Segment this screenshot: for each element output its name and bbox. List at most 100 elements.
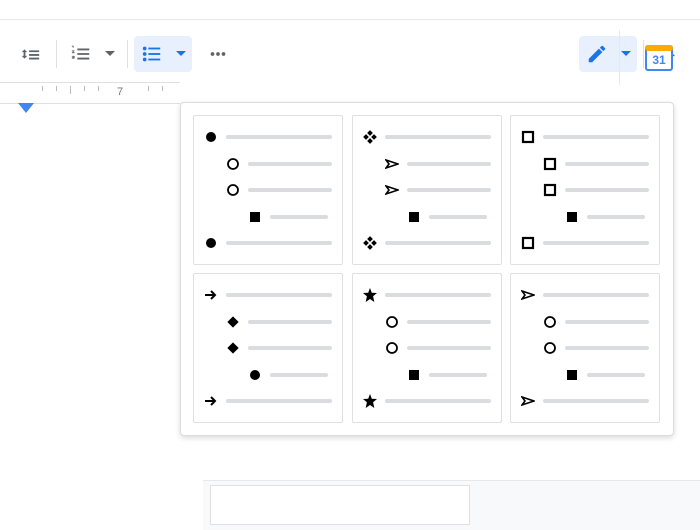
placeholder-bar	[385, 135, 491, 139]
placeholder-bar	[543, 293, 649, 297]
preset-row	[407, 208, 491, 226]
ruler-indent-marker[interactable]	[18, 103, 34, 113]
placeholder-bar	[248, 320, 332, 324]
diamond4-icon	[363, 236, 377, 250]
placeholder-bar	[248, 346, 332, 350]
placeholder-bar	[543, 135, 649, 139]
circle-icon	[543, 315, 557, 329]
preset-row	[385, 339, 491, 357]
circle-icon	[226, 183, 240, 197]
placeholder-bar	[429, 373, 487, 377]
filled-square-icon	[565, 210, 579, 224]
placeholder-bar	[270, 215, 328, 219]
line-spacing-button[interactable]	[10, 36, 50, 72]
hollow-square-icon	[521, 130, 535, 144]
send-icon	[385, 157, 399, 171]
numbered-list-button[interactable]	[63, 36, 121, 72]
placeholder-bar	[385, 241, 491, 245]
numbered-list-icon	[63, 43, 99, 65]
placeholder-bar	[248, 162, 332, 166]
disc-icon	[204, 236, 218, 250]
bullet-preset-arrow-diamond-disc[interactable]	[193, 273, 343, 423]
placeholder-bar	[407, 188, 491, 192]
send-icon	[521, 288, 535, 302]
placeholder-bar	[385, 293, 491, 297]
divider	[56, 40, 57, 68]
filled-square-icon	[407, 368, 421, 382]
preset-row	[521, 392, 649, 410]
calendar-button[interactable]: 31	[638, 36, 680, 78]
filled-square-icon	[407, 210, 421, 224]
bullet-preset-send-circle-square[interactable]	[510, 273, 660, 423]
preset-row	[248, 208, 332, 226]
send-icon	[521, 394, 535, 408]
placeholder-bar	[543, 241, 649, 245]
edit-mode-button[interactable]	[579, 36, 637, 72]
preset-row	[385, 155, 491, 173]
placeholder-bar	[565, 188, 649, 192]
bulleted-list-icon	[134, 43, 170, 65]
placeholder-bar	[407, 320, 491, 324]
preset-row	[543, 339, 649, 357]
hollow-square-icon	[521, 236, 535, 250]
circle-icon	[385, 315, 399, 329]
preset-row	[204, 392, 332, 410]
preset-row	[521, 234, 649, 252]
hollow-square-icon	[543, 157, 557, 171]
pencil-icon	[579, 43, 615, 65]
star-icon	[363, 288, 377, 302]
preset-row	[204, 128, 332, 146]
placeholder-bar	[226, 241, 332, 245]
preset-row	[226, 155, 332, 173]
preset-row	[565, 366, 649, 384]
diamond4-icon	[363, 130, 377, 144]
preset-row	[226, 339, 332, 357]
bullet-preset-disc-circle-square[interactable]	[193, 115, 343, 265]
chevron-down-icon[interactable]	[170, 51, 192, 57]
bullet-preset-popup	[180, 102, 674, 436]
ruler[interactable]: 7	[0, 82, 180, 104]
preset-row	[521, 128, 649, 146]
ruler-number: 7	[117, 86, 123, 98]
preset-row	[521, 286, 649, 304]
preset-row	[204, 234, 332, 252]
toolbar	[0, 30, 700, 78]
disc-icon	[248, 368, 262, 382]
diamond-icon	[226, 341, 240, 355]
disc-icon	[204, 130, 218, 144]
divider	[127, 40, 128, 68]
placeholder-bar	[565, 346, 649, 350]
sidepanel-divider	[619, 30, 620, 85]
preset-row	[363, 128, 491, 146]
placeholder-bar	[226, 399, 332, 403]
placeholder-bar	[270, 373, 328, 377]
bulleted-list-button[interactable]	[134, 36, 192, 72]
placeholder-bar	[407, 346, 491, 350]
calendar-day: 31	[652, 53, 666, 67]
chevron-down-icon[interactable]	[99, 51, 121, 57]
hollow-square-icon	[543, 183, 557, 197]
placeholder-bar	[407, 162, 491, 166]
bullet-preset-star-circle-square[interactable]	[352, 273, 502, 423]
preset-row	[226, 181, 332, 199]
more-button[interactable]	[200, 36, 236, 72]
send-icon	[385, 183, 399, 197]
placeholder-bar	[226, 293, 332, 297]
document-sheet	[210, 485, 470, 525]
placeholder-bar	[565, 320, 649, 324]
placeholder-bar	[429, 215, 487, 219]
bullet-preset-diamond-cluster-arrow[interactable]	[352, 115, 502, 265]
filled-square-icon	[565, 368, 579, 382]
placeholder-bar	[587, 373, 645, 377]
preset-row	[385, 313, 491, 331]
preset-row	[385, 181, 491, 199]
placeholder-bar	[248, 188, 332, 192]
preset-row	[407, 366, 491, 384]
preset-row	[226, 313, 332, 331]
circle-icon	[385, 341, 399, 355]
circle-icon	[543, 341, 557, 355]
bullet-preset-hollow-square-nested[interactable]	[510, 115, 660, 265]
placeholder-bar	[587, 215, 645, 219]
toolbar-top-border	[0, 19, 700, 20]
preset-row	[363, 234, 491, 252]
